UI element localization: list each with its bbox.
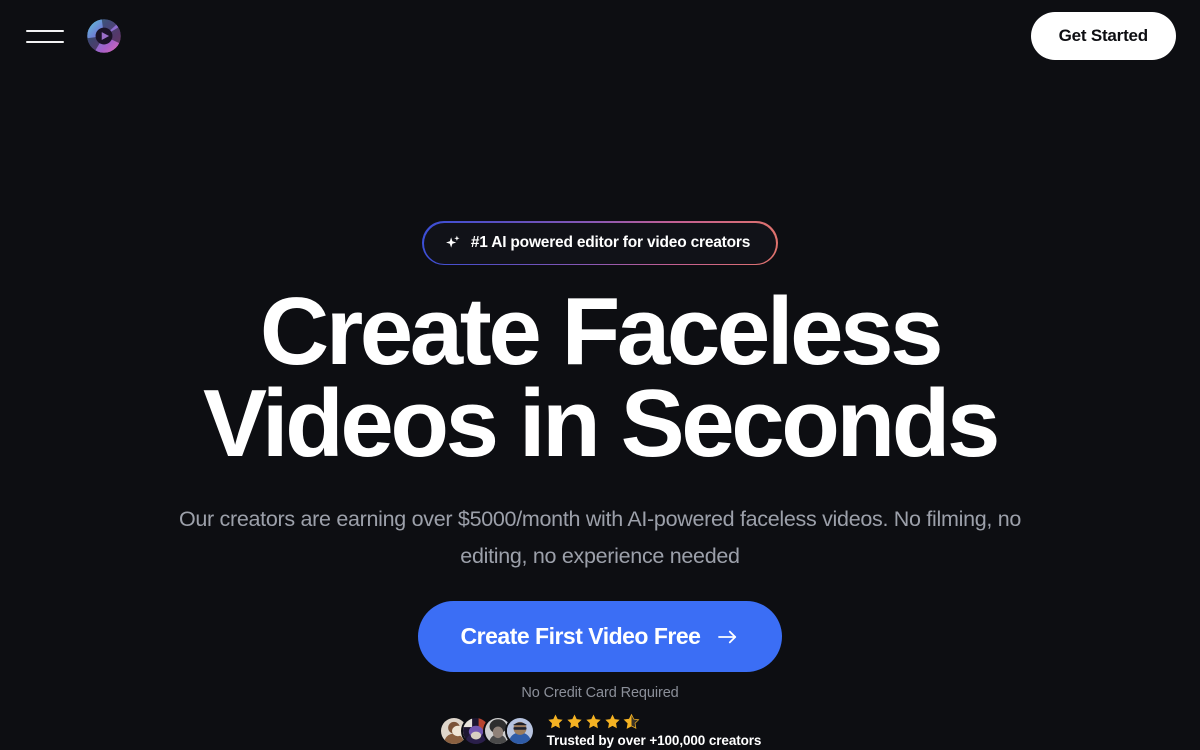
cta-label: Create First Video Free [460,623,701,650]
hamburger-menu-icon[interactable] [24,21,68,51]
hero-headline-line-1: Create Faceless [259,278,944,386]
star-icon-half-5 [623,713,640,730]
menu-bar-top [26,29,64,32]
site-header: Get Started [0,0,1200,72]
create-first-video-button[interactable]: Create First Video Free [417,601,783,673]
star-icon-full-1 [547,714,563,729]
sparkle-icon [445,235,460,248]
hero-badge-gradient-border: #1 AI powered editor for video creators [422,221,778,266]
aperture-play-logo[interactable] [86,18,122,54]
creator-avatar-group [438,715,535,746]
star-icon-full-2 [566,714,582,729]
hero-subtitle: Our creators are earning over $5000/mont… [178,507,1022,569]
hero-section: #1 AI powered editor for video creators … [0,72,1200,750]
star-icon-full-3 [585,714,601,729]
get-started-button[interactable]: Get Started [1030,12,1176,60]
no-credit-card-note: No Credit Card Required [521,685,679,702]
hero-badge-label: #1 AI powered editor for video creators [470,234,751,252]
social-proof: Trusted by over +100,000 creators [438,713,762,749]
menu-bar-bottom [26,40,64,43]
trust-text: Trusted by over +100,000 creators [546,733,762,749]
hero-headline: Create Faceless Videos in Seconds [202,278,1000,478]
hero-badge[interactable]: #1 AI powered editor for video creators [423,222,777,264]
star-rating [547,713,762,730]
arrow-right-icon [718,630,737,643]
rating-block: Trusted by over +100,000 creators [546,713,762,749]
creator-avatar-4 [504,715,535,746]
hero-headline-line-2: Videos in Seconds [202,370,1000,478]
star-icon-full-4 [604,714,620,729]
